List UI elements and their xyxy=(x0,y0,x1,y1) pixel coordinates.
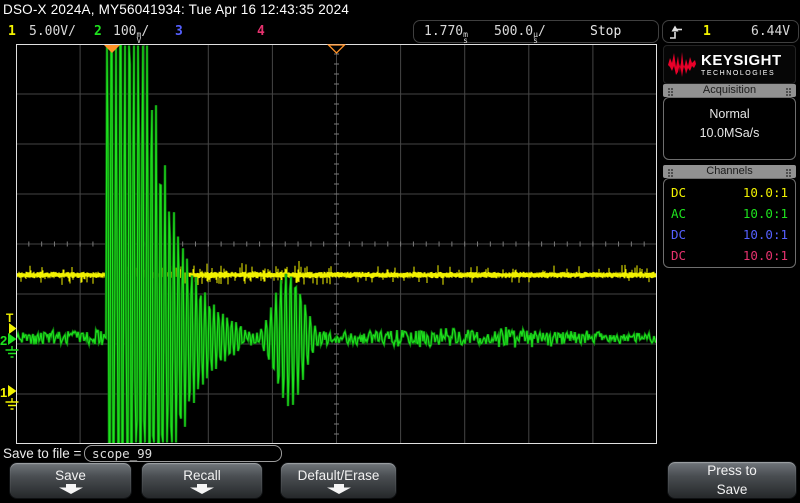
press-to-save-line1: Press to xyxy=(707,462,757,480)
keysight-waveform-icon xyxy=(667,51,697,78)
run-state[interactable]: Stop xyxy=(590,24,621,39)
grip-dots-icon xyxy=(786,88,788,90)
channel-4-row: DC 10.0:1 xyxy=(664,245,795,266)
ch1-zero-label: 1 xyxy=(0,385,7,400)
acquisition-box: Normal 10.0MSa/s xyxy=(663,97,796,160)
us-unit: µs xyxy=(533,32,538,43)
channel-3-row: DC 10.0:1 xyxy=(664,224,795,245)
acquisition-header-label: Acquisition xyxy=(703,84,756,96)
ch2-zero-marker[interactable] xyxy=(8,333,17,345)
channel-2-scale[interactable]: 100mV/ xyxy=(113,24,149,41)
rising-edge-icon xyxy=(669,25,683,44)
save-softkey[interactable]: Save xyxy=(9,462,132,499)
delay-readout: 1.770ms xyxy=(424,24,468,41)
trigger-source: 1 xyxy=(703,24,711,39)
press-to-save-softkey[interactable]: Press to Save xyxy=(667,461,797,499)
channel-2-probe: 10.0:1 xyxy=(743,203,788,224)
channel-2-coupling: AC xyxy=(671,203,686,224)
default-erase-softkey[interactable]: Default/Erase xyxy=(280,462,397,499)
channel-1-probe: 10.0:1 xyxy=(743,182,788,203)
trigger-level: 6.44V xyxy=(751,24,790,39)
filename-field[interactable]: scope_99 xyxy=(84,445,282,462)
channel-1-badge[interactable]: 1 xyxy=(8,24,16,39)
press-to-save-line2: Save xyxy=(717,481,748,499)
default-erase-softkey-label: Default/Erase xyxy=(298,468,380,483)
acquisition-mode: Normal xyxy=(664,107,795,121)
save-to-file-label: Save to file = xyxy=(3,446,81,461)
ms-unit: ms xyxy=(463,32,468,43)
channel-4-badge[interactable]: 4 xyxy=(257,24,265,39)
channel-3-coupling: DC xyxy=(671,224,686,245)
menu-down-arrow-icon xyxy=(189,484,215,494)
right-panel: KEYSIGHT TECHNOLOGIES Acquisition Normal… xyxy=(661,44,798,444)
channel-2-row: AC 10.0:1 xyxy=(664,203,795,224)
grip-dots-icon xyxy=(786,169,788,171)
brand-logo-box: KEYSIGHT TECHNOLOGIES xyxy=(663,45,796,84)
time-reference-marker[interactable] xyxy=(329,45,345,53)
channels-header[interactable]: Channels xyxy=(663,165,796,178)
sample-rate: 10.0MSa/s xyxy=(664,126,795,140)
recall-softkey-label: Recall xyxy=(183,468,221,483)
channel-3-badge[interactable]: 3 xyxy=(175,24,183,39)
channel-2-scale-value: 100 xyxy=(113,24,136,39)
brand-text: KEYSIGHT TECHNOLOGIES xyxy=(701,53,782,77)
ch2-zero-label: 2 xyxy=(0,333,7,348)
recall-softkey[interactable]: Recall xyxy=(141,462,263,499)
trigger-level-label: T xyxy=(6,311,14,325)
mv-unit: mV xyxy=(136,32,141,43)
channel-2-badge[interactable]: 2 xyxy=(94,24,102,39)
channel-1-row: DC 10.0:1 xyxy=(664,182,795,203)
settings-bar: 1 5.00V/ 2 100mV/ 3 4 1.770ms 500.0µs/ S… xyxy=(0,20,800,44)
channel-3-probe: 10.0:1 xyxy=(743,224,788,245)
scope-display: T 2 1 xyxy=(0,44,658,444)
channel-4-coupling: DC xyxy=(671,245,686,266)
channel-1-scale[interactable]: 5.00V/ xyxy=(29,24,76,39)
softkey-bar: Save to file = scope_99 Save Recall Defa… xyxy=(0,444,800,503)
timebase-readout: 500.0µs/ xyxy=(494,24,546,41)
channel-2-scale-suffix: / xyxy=(141,24,149,39)
brand-name: KEYSIGHT xyxy=(701,53,782,68)
ch1-zero-marker[interactable] xyxy=(8,385,17,397)
brand-sub: TECHNOLOGIES xyxy=(701,70,782,77)
title-bar: DSO-X 2024A, MY56041934: Tue Apr 16 12:4… xyxy=(0,0,800,20)
acquisition-header[interactable]: Acquisition xyxy=(663,84,796,97)
channels-header-label: Channels xyxy=(706,165,752,177)
channel-4-probe: 10.0:1 xyxy=(743,245,788,266)
menu-down-arrow-icon xyxy=(326,484,352,494)
menu-down-arrow-icon xyxy=(58,484,84,494)
grip-dots-icon xyxy=(668,169,670,171)
save-softkey-label: Save xyxy=(55,468,86,483)
grip-dots-icon xyxy=(668,88,670,90)
channels-box: DC 10.0:1 AC 10.0:1 DC 10.0:1 DC 10.0:1 xyxy=(663,178,796,268)
channel-1-coupling: DC xyxy=(671,182,686,203)
